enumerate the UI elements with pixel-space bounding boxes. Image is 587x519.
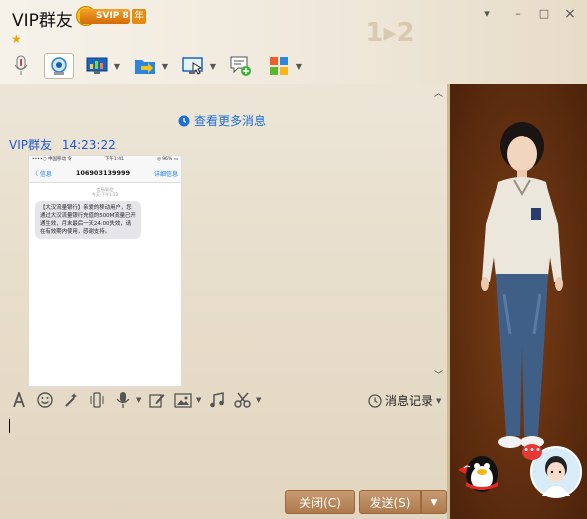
phone-sender-number: 106903139999	[75, 169, 131, 177]
shake-icon	[90, 392, 104, 408]
file-transfer-dropdown[interactable]: ▼	[160, 62, 170, 71]
history-clock-icon	[368, 393, 382, 408]
apps-button[interactable]	[264, 53, 294, 79]
scroll-up-icon[interactable]: ︿	[434, 86, 443, 99]
phone-sub-header: 信息/彩信 今天 下午1:33	[29, 187, 181, 197]
clock-icon	[178, 115, 190, 126]
phone-sms-bubble: 【大汉流量银行】亲爱的移动用户，您通过大汉流量银行充值的500M流量已开通生效，…	[35, 201, 141, 239]
font-button[interactable]	[6, 387, 32, 413]
view-more-messages-label: 查看更多消息	[194, 114, 267, 128]
screen-share-icon	[86, 57, 108, 74]
message-history-button[interactable]: 消息记录 ▼	[368, 392, 441, 409]
remote-assist-button[interactable]	[178, 53, 208, 79]
screenshot-dropdown[interactable]: ▼	[256, 396, 264, 404]
voice-dropdown[interactable]: ▼	[136, 396, 144, 404]
minimize-button[interactable]: –	[509, 6, 527, 22]
edit-button[interactable]	[144, 387, 170, 413]
sender-name: VIP群友	[9, 138, 52, 152]
phone-carrier: ••••○ 中国移动 令	[32, 157, 72, 162]
send-sms-button[interactable]	[226, 53, 256, 79]
apps-dropdown[interactable]: ▼	[294, 62, 304, 71]
voice-icon	[116, 392, 130, 408]
magic-wand-button[interactable]	[58, 387, 84, 413]
year-badge: 年	[132, 9, 146, 24]
screenshot-icon	[234, 392, 251, 408]
title-bar: 1▸2 VIP群友 ♛ SVIP 8 年 ★ ▾ – □ ×	[0, 0, 587, 84]
voice-call-button[interactable]	[6, 53, 36, 79]
phone-back: 〈 信息	[32, 170, 52, 178]
phone-sub-line2: 今天 下午1:33	[91, 192, 119, 197]
font-icon	[13, 392, 25, 408]
image-dropdown[interactable]: ▼	[196, 396, 204, 404]
text-caret	[9, 419, 10, 433]
skin-dropdown-button[interactable]: ▾	[478, 6, 496, 22]
star-icon: ★	[11, 32, 22, 46]
phone-status-bar: ••••○ 中国移动 令 下午1:41 ◎ 96% ▭	[29, 156, 181, 164]
avatar-show-panel: •••	[450, 84, 587, 519]
microphone-icon	[14, 55, 28, 75]
phone-nav-bar: 〈 信息 106903139999 详细信息	[29, 164, 181, 183]
emoji-button[interactable]	[32, 387, 58, 413]
phone-clock: 下午1:41	[104, 157, 124, 162]
music-icon	[210, 392, 224, 408]
screenshot-button[interactable]	[230, 387, 256, 413]
apps-icon	[270, 57, 288, 75]
remote-assist-dropdown[interactable]: ▼	[208, 62, 218, 71]
send-button[interactable]: 发送(S)	[359, 490, 421, 514]
chat-window: 1▸2 VIP群友 ♛ SVIP 8 年 ★ ▾ – □ ×	[0, 0, 587, 519]
maximize-button[interactable]: □	[535, 6, 553, 22]
qq-penguin-icon[interactable]	[454, 448, 504, 494]
webcam-icon	[51, 57, 67, 75]
emoji-icon	[37, 392, 53, 408]
main-toolbar: ▼ ▼ ▼ ▼	[6, 52, 312, 80]
video-call-button[interactable]	[44, 53, 74, 79]
screen-share-dropdown[interactable]: ▼	[112, 62, 122, 71]
shake-button[interactable]	[84, 387, 110, 413]
window-title: VIP群友	[12, 11, 73, 31]
close-button[interactable]: 关闭(C)	[285, 490, 355, 514]
send-options-dropdown[interactable]: ▼	[421, 490, 447, 514]
image-button[interactable]	[170, 387, 196, 413]
send-sms-icon	[230, 56, 251, 76]
scroll-down-icon[interactable]: ﹀	[434, 368, 443, 381]
edit-icon	[149, 394, 165, 408]
file-transfer-button[interactable]	[130, 53, 160, 79]
chat-bubble-icon[interactable]: •••	[522, 444, 542, 460]
message-input[interactable]	[0, 414, 450, 488]
message-image[interactable]: ••••○ 中国移动 令 下午1:41 ◎ 96% ▭ 〈 信息 1069031…	[28, 155, 182, 387]
file-transfer-icon	[135, 60, 155, 74]
remote-assist-icon	[182, 57, 203, 75]
message-history-label: 消息记录	[385, 394, 434, 408]
image-icon	[174, 392, 192, 408]
message-time: 14:23:22	[61, 138, 116, 152]
close-window-button[interactable]: ×	[561, 6, 579, 22]
history-dropdown-icon: ▼	[436, 396, 442, 405]
phone-detail: 详细信息	[153, 170, 178, 178]
phone-battery: ◎ 96% ▭	[156, 157, 178, 162]
skin-watermark: 1▸2	[365, 18, 415, 48]
music-button[interactable]	[204, 387, 230, 413]
message-header: VIP群友 14:23:22	[9, 136, 116, 153]
voice-message-button[interactable]	[110, 387, 136, 413]
magic-wand-icon	[65, 393, 77, 407]
view-more-messages-link[interactable]: 查看更多消息	[178, 112, 266, 129]
svip-badge[interactable]: SVIP 8	[80, 9, 130, 24]
screen-share-button[interactable]	[82, 53, 112, 79]
